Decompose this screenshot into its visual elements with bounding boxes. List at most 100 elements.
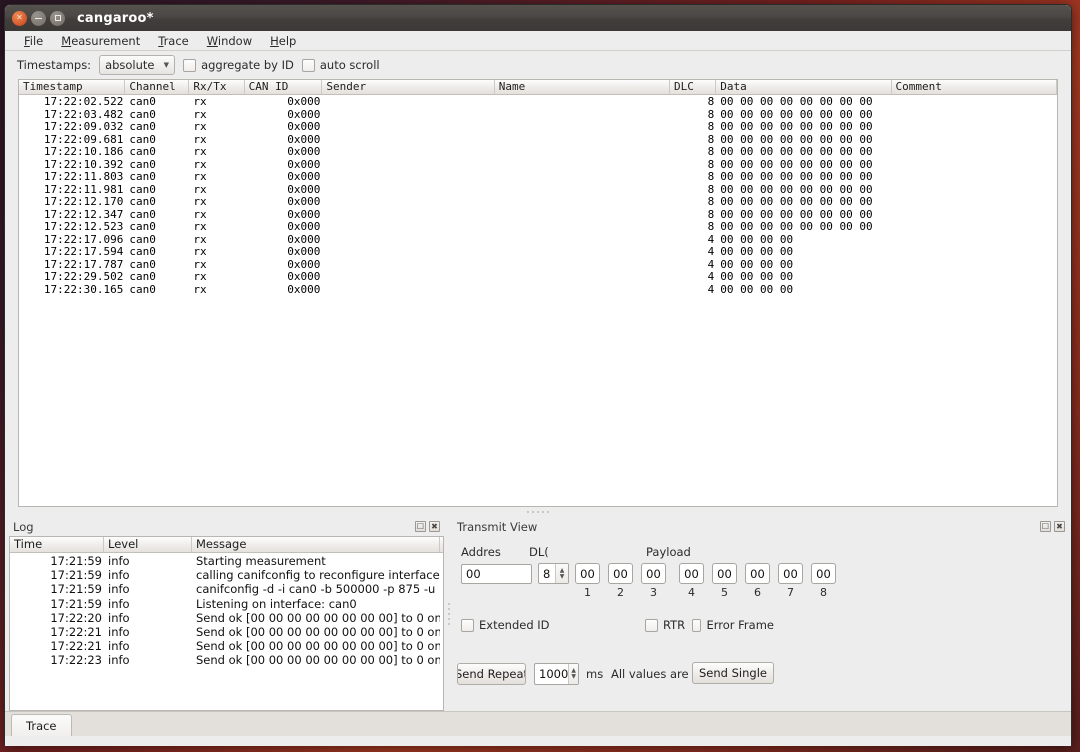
close-icon[interactable]: ✖ xyxy=(429,521,440,532)
send-single-button[interactable]: Send Single xyxy=(692,662,774,684)
payload-byte-3-field[interactable]: 00 xyxy=(641,563,666,584)
trace-column-header[interactable]: Name xyxy=(495,80,670,94)
vertical-splitter[interactable] xyxy=(444,517,453,711)
trace-cell-data: 00 00 00 00 xyxy=(716,246,891,259)
trace-cell-sender xyxy=(322,221,494,234)
log-table[interactable]: TimeLevelMessage 17:21:59infoStarting me… xyxy=(9,536,444,711)
table-row[interactable]: 17:22:10.392can0rx0x000800 00 00 00 00 0… xyxy=(19,159,1057,172)
rtr-checkbox[interactable]: RTR xyxy=(645,618,687,632)
trace-table[interactable]: TimestampChannelRx/TxCAN IDSenderNameDLC… xyxy=(18,79,1058,507)
stepper-arrows-icon[interactable]: ▲▼ xyxy=(555,564,568,583)
list-item[interactable]: 17:21:59infocalling canifconfig to recon… xyxy=(10,568,443,582)
trace-column-header[interactable]: CAN ID xyxy=(245,80,323,94)
table-row[interactable]: 17:22:17.787can0rx0x000400 00 00 00 xyxy=(19,259,1057,272)
trace-cell-canid: 0x000 xyxy=(245,221,323,234)
log-table-header[interactable]: TimeLevelMessage xyxy=(10,537,443,553)
trace-table-body[interactable]: 17:22:02.522can0rx0x000800 00 00 00 00 0… xyxy=(19,95,1057,506)
table-row[interactable]: 17:22:17.096can0rx0x000400 00 00 00 xyxy=(19,234,1057,247)
payload-byte-8-field[interactable]: 00 xyxy=(811,563,836,584)
menu-item-trace[interactable]: Trace xyxy=(149,33,198,49)
list-item[interactable]: 17:21:59infoStarting measurement xyxy=(10,554,443,568)
address-field[interactable]: 00 xyxy=(461,564,532,584)
trace-column-header[interactable]: Data xyxy=(716,80,891,94)
log-column-header[interactable]: Message xyxy=(192,537,440,552)
table-row[interactable]: 17:22:29.502can0rx0x000400 00 00 00 xyxy=(19,271,1057,284)
log-column-header[interactable]: Time xyxy=(10,537,104,552)
payload-byte-1-field[interactable]: 00 xyxy=(575,563,600,584)
close-icon[interactable]: ✕ xyxy=(12,11,27,26)
payload-byte-6-field[interactable]: 00 xyxy=(745,563,770,584)
table-row[interactable]: 17:22:30.165can0rx0x000400 00 00 00 xyxy=(19,284,1057,297)
error-frame-label: Error Frame xyxy=(706,618,774,632)
list-item[interactable]: 17:22:21infoSend ok [00 00 00 00 00 00 0… xyxy=(10,639,443,653)
table-row[interactable]: 17:22:12.170can0rx0x000800 00 00 00 00 0… xyxy=(19,196,1057,209)
list-item[interactable]: 17:22:21infoSend ok [00 00 00 00 00 00 0… xyxy=(10,625,443,639)
minimize-icon[interactable] xyxy=(31,11,46,26)
list-item[interactable]: 17:21:59infocanifconfig -d -i can0 -b 50… xyxy=(10,582,443,596)
trace-column-header[interactable]: Rx/Tx xyxy=(189,80,244,94)
payload-byte-5-field[interactable]: 00 xyxy=(712,563,737,584)
trace-column-header[interactable]: Timestamp xyxy=(19,80,125,94)
close-icon[interactable]: ✖ xyxy=(1054,521,1065,532)
table-row[interactable]: 17:22:17.594can0rx0x000400 00 00 00 xyxy=(19,246,1057,259)
tab-trace[interactable]: Trace xyxy=(11,714,72,736)
timestamps-mode-select[interactable]: absolute ▼ xyxy=(99,55,175,75)
menu-item-window[interactable]: Window xyxy=(198,33,261,49)
trace-cell-timestamp: 17:22:17.594 xyxy=(19,246,125,259)
payload-byte-4-field[interactable]: 00 xyxy=(679,563,704,584)
aggregate-by-id-checkbox[interactable]: aggregate by ID xyxy=(183,58,294,72)
table-row[interactable]: 17:22:10.186can0rx0x000800 00 00 00 00 0… xyxy=(19,146,1057,159)
table-row[interactable]: 17:22:11.981can0rx0x000800 00 00 00 00 0… xyxy=(19,184,1057,197)
trace-cell-comment xyxy=(892,284,1057,297)
trace-column-header[interactable]: DLC xyxy=(670,80,716,94)
horizontal-splitter[interactable] xyxy=(5,507,1071,517)
trace-column-header[interactable]: Comment xyxy=(892,80,1057,94)
log-dock-buttons: ☐ ✖ xyxy=(415,521,442,532)
trace-cell-comment xyxy=(892,271,1057,284)
table-row[interactable]: 17:22:09.681can0rx0x000800 00 00 00 00 0… xyxy=(19,134,1057,147)
trace-cell-name xyxy=(495,234,670,247)
menu-item-measurement[interactable]: Measurement xyxy=(52,33,149,49)
trace-cell-timestamp: 17:22:09.032 xyxy=(19,121,125,134)
list-item[interactable]: 17:21:59infoListening on interface: can0 xyxy=(10,597,443,611)
float-icon[interactable]: ☐ xyxy=(415,521,426,532)
trace-cell-data: 00 00 00 00 00 00 00 00 xyxy=(716,96,891,109)
table-row[interactable]: 17:22:02.522can0rx0x000800 00 00 00 00 0… xyxy=(19,96,1057,109)
transmit-dock-buttons: ☐ ✖ xyxy=(1040,521,1067,532)
payload-byte-2-field[interactable]: 00 xyxy=(608,563,633,584)
menu-item-help[interactable]: Help xyxy=(261,33,305,49)
log-cell-time: 17:22:21 xyxy=(10,625,104,639)
auto-scroll-checkbox[interactable]: auto scroll xyxy=(302,58,380,72)
aggregate-by-id-label: aggregate by ID xyxy=(201,58,294,72)
trace-cell-channel: can0 xyxy=(125,284,189,297)
float-icon[interactable]: ☐ xyxy=(1040,521,1051,532)
send-repeat-button[interactable]: Send Repeat xyxy=(457,663,526,685)
menu-item-file[interactable]: File xyxy=(15,33,52,49)
trace-table-header[interactable]: TimestampChannelRx/TxCAN IDSenderNameDLC… xyxy=(19,80,1057,95)
table-row[interactable]: 17:22:03.482can0rx0x000800 00 00 00 00 0… xyxy=(19,109,1057,122)
interval-stepper[interactable]: 1000 ▲▼ xyxy=(534,663,579,685)
trace-column-header[interactable]: Channel xyxy=(125,80,189,94)
error-frame-checkbox[interactable]: Error Frame xyxy=(692,618,774,632)
trace-cell-comment xyxy=(892,196,1057,209)
trace-cell-sender xyxy=(322,159,494,172)
trace-cell-rxtx: rx xyxy=(189,221,244,234)
list-item[interactable]: 17:22:23infoSend ok [00 00 00 00 00 00 0… xyxy=(10,653,443,667)
trace-column-header[interactable]: Sender xyxy=(322,80,494,94)
maximize-icon[interactable] xyxy=(50,11,65,26)
log-column-header[interactable]: Level xyxy=(104,537,192,552)
log-cell-level: info xyxy=(104,611,192,625)
list-item[interactable]: 17:22:20infoSend ok [00 00 00 00 00 00 0… xyxy=(10,611,443,625)
table-row[interactable]: 17:22:11.803can0rx0x000800 00 00 00 00 0… xyxy=(19,171,1057,184)
table-row[interactable]: 17:22:09.032can0rx0x000800 00 00 00 00 0… xyxy=(19,121,1057,134)
interval-value: 1000 xyxy=(535,667,568,681)
log-table-body[interactable]: 17:21:59infoStarting measurement17:21:59… xyxy=(10,553,443,710)
table-row[interactable]: 17:22:12.523can0rx0x000800 00 00 00 00 0… xyxy=(19,221,1057,234)
table-row[interactable]: 17:22:12.347can0rx0x000800 00 00 00 00 0… xyxy=(19,209,1057,222)
dlc-stepper[interactable]: 8 ▲▼ xyxy=(538,563,569,584)
payload-byte-7-field[interactable]: 00 xyxy=(778,563,803,584)
extended-id-checkbox[interactable]: Extended ID xyxy=(461,618,551,632)
trace-cell-dlc: 4 xyxy=(670,271,716,284)
trace-cell-sender xyxy=(322,209,494,222)
stepper-arrows-icon[interactable]: ▲▼ xyxy=(568,664,578,684)
